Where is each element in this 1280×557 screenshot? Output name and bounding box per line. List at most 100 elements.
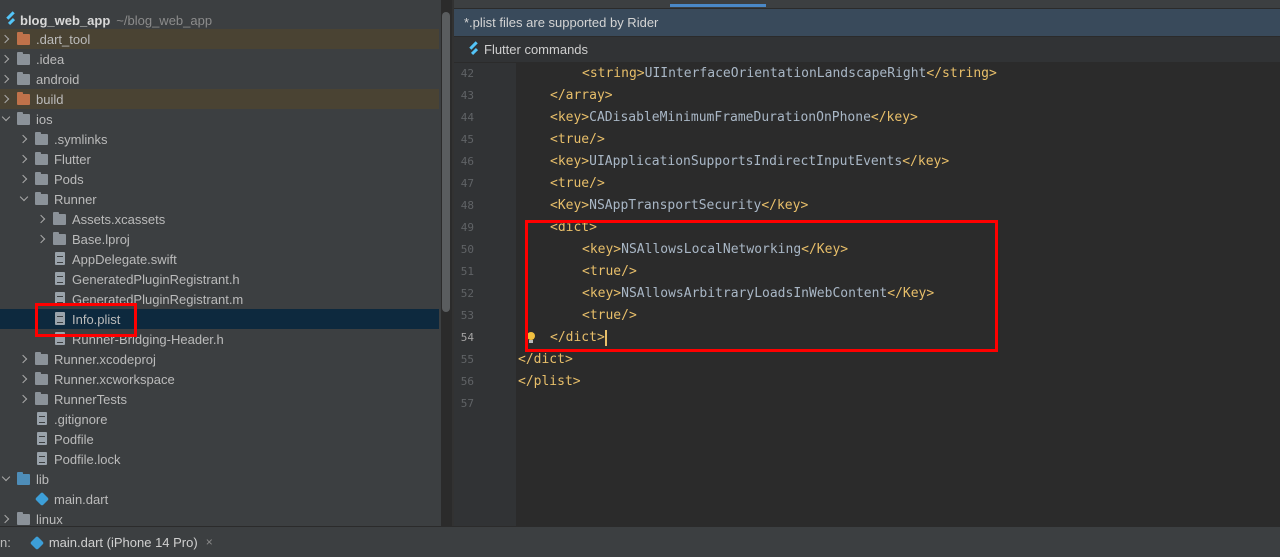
tree-item[interactable]: Runner.xcodeproj: [0, 349, 439, 369]
chevron-down-icon[interactable]: [0, 113, 12, 125]
tree-item[interactable]: Assets.xcassets: [0, 209, 439, 229]
project-header[interactable]: blog_web_app ~/blog_web_app: [0, 10, 441, 30]
flutter-commands-label: Flutter commands: [484, 42, 589, 57]
chevron-right-icon[interactable]: [18, 353, 30, 365]
tree-item[interactable]: Podfile.lock: [0, 449, 439, 469]
folder-icon: [52, 211, 68, 227]
run-tab[interactable]: main.dart (iPhone 14 Pro) ×: [29, 535, 213, 550]
file-icon: [34, 411, 50, 427]
tree-item[interactable]: Runner: [0, 189, 439, 209]
chevron-right-icon[interactable]: [0, 53, 12, 65]
tree-item[interactable]: build: [0, 89, 439, 109]
line-number: 56: [460, 375, 474, 388]
tree-item[interactable]: Base.lproj: [0, 229, 439, 249]
close-icon[interactable]: ×: [206, 535, 213, 549]
tree-item[interactable]: .dart_tool: [0, 29, 439, 49]
tree-item[interactable]: Podfile: [0, 429, 439, 449]
tree-item[interactable]: linux: [0, 509, 439, 526]
chevron-right-icon[interactable]: [18, 133, 30, 145]
line-number: 42: [460, 67, 474, 80]
chevron-right-icon[interactable]: [0, 513, 12, 525]
chevron-down-icon[interactable]: [18, 193, 30, 205]
chevron-right-icon[interactable]: [0, 73, 12, 85]
code-line[interactable]: 56 </plist>: [454, 371, 1280, 393]
xml-text: UIInterfaceOrientationLandscapeRight: [644, 66, 927, 81]
code-line[interactable]: 48 <Key>NSAppTransportSecurity</key>: [454, 195, 1280, 217]
tree-item-label: lib: [36, 471, 50, 487]
tree-item[interactable]: GeneratedPluginRegistrant.h: [0, 269, 439, 289]
folder-icon: [34, 391, 50, 407]
code-text: <key>CADisableMinimumFrameDurationOnPhon…: [550, 107, 918, 129]
line-number: 50: [460, 243, 474, 256]
folder-icon: [34, 151, 50, 167]
tree-item[interactable]: RunnerTests: [0, 389, 439, 409]
code-line[interactable]: 44 <key>CADisableMinimumFrameDurationOnPh…: [454, 107, 1280, 129]
tree-item[interactable]: Flutter: [0, 149, 439, 169]
tree-scrollbar[interactable]: [442, 12, 450, 312]
xml-tag: <true/>: [550, 132, 605, 147]
tree-item-label: Runner: [54, 191, 97, 207]
code-line[interactable]: 43 </array>: [454, 85, 1280, 107]
folder-icon: [16, 51, 32, 67]
code-line[interactable]: 47 <true/>: [454, 173, 1280, 195]
tree-item-label: .gitignore: [54, 411, 108, 427]
xml-tag: </string>: [926, 66, 997, 81]
dart-file-icon: [34, 491, 50, 507]
xml-tag: </key>: [761, 198, 809, 213]
tree-item-label: .dart_tool: [36, 31, 91, 47]
folder-icon: [16, 511, 32, 526]
run-prefix: n:: [0, 534, 11, 550]
xml-tag: <true/>: [550, 176, 605, 191]
flutter-icon: [4, 13, 16, 27]
tree-item-label: Flutter: [54, 151, 91, 167]
folder-icon: [34, 371, 50, 387]
chevron-right-icon[interactable]: [36, 213, 48, 225]
folder-icon: [34, 351, 50, 367]
code-line[interactable]: 45 <true/>: [454, 129, 1280, 151]
editor-tab-strip[interactable]: [454, 0, 1280, 8]
tree-item[interactable]: .idea: [0, 49, 439, 69]
xml-tag: <Key>: [550, 198, 590, 213]
line-number: 52: [460, 287, 474, 300]
tree-item-label: Runner.xcodeproj: [54, 351, 156, 367]
tree-item[interactable]: ios: [0, 109, 439, 129]
folder-icon: [34, 171, 50, 187]
chevron-right-icon[interactable]: [18, 373, 30, 385]
tree-item[interactable]: .symlinks: [0, 129, 439, 149]
chevron-right-icon[interactable]: [36, 233, 48, 245]
code-text: <Key>NSAppTransportSecurity</key>: [550, 195, 808, 217]
tree-item[interactable]: main.dart: [0, 489, 439, 509]
file-icon: [52, 251, 68, 267]
chevron-right-icon[interactable]: [18, 393, 30, 405]
xml-tag: </key>: [902, 154, 950, 169]
project-path: ~/blog_web_app: [116, 12, 213, 28]
code-text: <key>UIApplicationSupportsIndirectInputE…: [550, 151, 949, 173]
tree-item-label: GeneratedPluginRegistrant.h: [72, 271, 240, 287]
code-line[interactable]: 42 <string>UIInterfaceOrientationLandscap…: [454, 63, 1280, 85]
tree-item[interactable]: AppDelegate.swift: [0, 249, 439, 269]
tree-item-label: .symlinks: [54, 131, 108, 147]
chevron-right-icon[interactable]: [18, 173, 30, 185]
code-line[interactable]: 46 <key>UIApplicationSupportsIndirectInpu…: [454, 151, 1280, 173]
flutter-commands-bar[interactable]: Flutter commands: [454, 37, 1280, 62]
code-line[interactable]: 57: [454, 393, 1280, 415]
chevron-down-icon[interactable]: [0, 473, 12, 485]
active-tab-indicator: [670, 4, 766, 7]
tree-item[interactable]: Runner.xcworkspace: [0, 369, 439, 389]
plugin-notification-bar[interactable]: *.plist files are supported by Rider: [454, 9, 1280, 36]
chevron-right-icon[interactable]: [18, 153, 30, 165]
tree-item[interactable]: .gitignore: [0, 409, 439, 429]
line-number: 43: [460, 89, 474, 102]
tree-item[interactable]: lib: [0, 469, 439, 489]
chevron-right-icon[interactable]: [0, 93, 12, 105]
code-text: <string>UIInterfaceOrientationLandscapeR…: [582, 63, 997, 85]
xml-text: UIApplicationSupportsIndirectInputEvents: [589, 154, 903, 169]
tree-item[interactable]: android: [0, 69, 439, 89]
tree-item-label: linux: [36, 511, 63, 527]
code-line[interactable]: 55 </dict>: [454, 349, 1280, 371]
folder-icon: [16, 31, 32, 47]
chevron-right-icon[interactable]: [0, 33, 12, 45]
tree-item[interactable]: Pods: [0, 169, 439, 189]
xml-tag: <key>: [550, 110, 590, 125]
